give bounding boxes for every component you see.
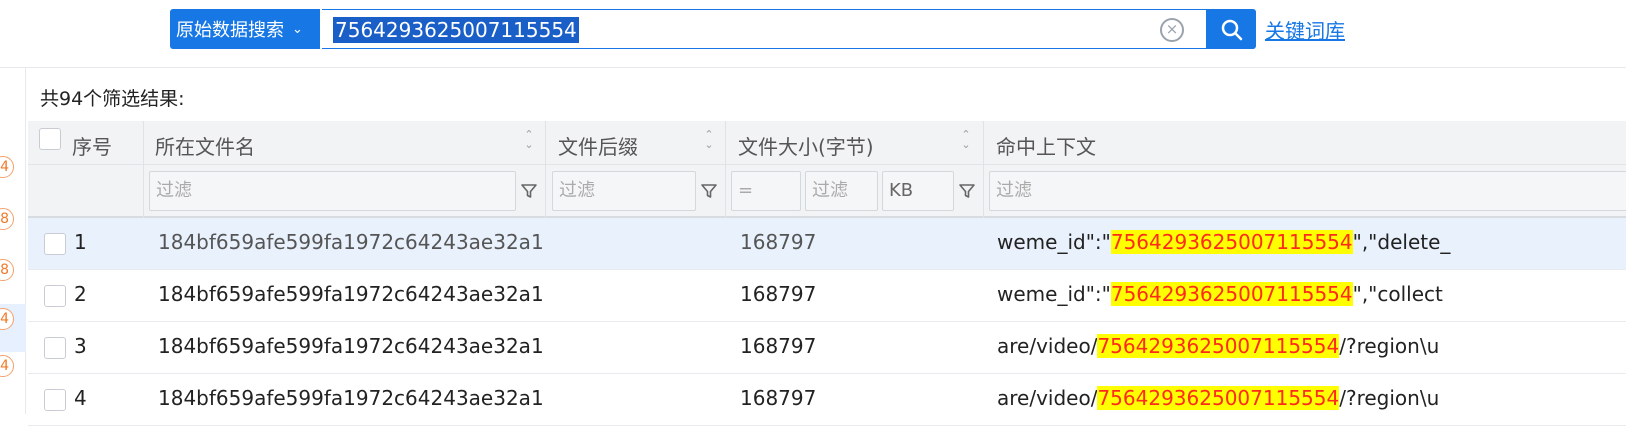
sort-icon[interactable]: ⌃ ⌄	[960, 129, 972, 154]
table-row[interactable]: 4 184bf659afe599fa1972c64243ae32a1 16879…	[28, 374, 1626, 426]
context-prefix: weme_id":"	[997, 230, 1111, 254]
row-checkbox[interactable]	[44, 285, 66, 307]
suffix-filter-input[interactable]: 过滤	[552, 171, 696, 211]
table-row[interactable]: 2 184bf659afe599fa1972c64243ae32a1 16879…	[28, 270, 1626, 322]
context-suffix: ","collect	[1352, 282, 1443, 306]
context-filter-input[interactable]: 过滤	[989, 171, 1626, 211]
header-size[interactable]: 文件大小(字节)	[738, 131, 874, 160]
row-index: 2	[74, 282, 87, 306]
filter-icon[interactable]	[700, 182, 718, 200]
search-input[interactable]	[322, 10, 1206, 48]
row-size: 168797	[740, 282, 817, 306]
column-divider	[143, 121, 144, 218]
column-divider	[725, 121, 726, 218]
sidebar-badge[interactable]: 4	[0, 355, 14, 377]
row-checkbox[interactable]	[44, 233, 66, 255]
row-context: weme_id":"7564293625007115554","delete_	[997, 230, 1450, 254]
row-size: 168797	[740, 386, 817, 410]
search-type-dropdown[interactable]: 原始数据搜索 ⌄	[170, 9, 320, 49]
column-divider	[983, 121, 984, 218]
left-sidebar-strip: 4 8 8 4 4	[0, 68, 26, 414]
sidebar-badge[interactable]: 8	[0, 208, 14, 230]
context-hit-highlight: 7564293625007115554	[1097, 386, 1340, 410]
search-icon	[1221, 19, 1243, 41]
context-suffix: /?region\u	[1339, 386, 1440, 410]
table-row[interactable]: 3 184bf659afe599fa1972c64243ae32a1 16879…	[28, 322, 1626, 374]
results-table: 序号 所在文件名 ⌃ ⌄ 文件后缀 ⌃ ⌄ 文件大小(字节) ⌃ ⌄ 命中上下文 过滤…	[28, 121, 1626, 426]
filter-icon[interactable]	[520, 182, 538, 200]
context-hit-highlight: 7564293625007115554	[1110, 282, 1353, 306]
size-unit-select[interactable]: KB	[882, 171, 954, 211]
row-filename: 184bf659afe599fa1972c64243ae32a1	[158, 386, 544, 410]
row-index: 3	[74, 334, 87, 358]
row-size: 168797	[740, 230, 817, 254]
header-context[interactable]: 命中上下文	[996, 131, 1096, 160]
header-suffix[interactable]: 文件后缀	[558, 131, 638, 160]
table-filter-row: 过滤 过滤 = 过滤 KB 过滤	[28, 165, 1626, 218]
search-type-label: 原始数据搜索	[176, 20, 284, 41]
row-context: weme_id":"7564293625007115554","collect	[997, 282, 1443, 306]
header-filename[interactable]: 所在文件名	[155, 131, 255, 160]
header-index: 序号	[72, 135, 112, 159]
context-suffix: ","delete_	[1352, 230, 1451, 254]
size-filter-input[interactable]: 过滤	[805, 171, 878, 211]
context-hit-highlight: 7564293625007115554	[1110, 230, 1353, 254]
sidebar-badge[interactable]: 8	[0, 259, 14, 281]
row-filename: 184bf659afe599fa1972c64243ae32a1	[158, 230, 544, 254]
size-operator-select[interactable]: =	[731, 171, 801, 211]
sort-icon[interactable]: ⌃ ⌄	[703, 129, 715, 154]
clear-icon[interactable]: ×	[1160, 18, 1184, 42]
context-suffix: /?region\u	[1339, 334, 1440, 358]
table-header-row: 序号 所在文件名 ⌃ ⌄ 文件后缀 ⌃ ⌄ 文件大小(字节) ⌃ ⌄ 命中上下文	[28, 121, 1626, 165]
row-context: are/video/7564293625007115554/?region\u	[997, 334, 1439, 358]
chevron-down-icon: ⌄	[292, 21, 303, 37]
sort-icon[interactable]: ⌃ ⌄	[523, 129, 535, 154]
sidebar-badge[interactable]: 4	[0, 156, 14, 178]
result-count: 共94个筛选结果:	[40, 88, 185, 110]
row-filename: 184bf659afe599fa1972c64243ae32a1	[158, 282, 544, 306]
search-input-wrapper[interactable]: 7564293625007115554 ×	[322, 9, 1207, 49]
row-size: 168797	[740, 334, 817, 358]
filename-filter-input[interactable]: 过滤	[149, 171, 516, 211]
context-hit-highlight: 7564293625007115554	[1097, 334, 1340, 358]
context-prefix: weme_id":"	[997, 282, 1111, 306]
row-index: 4	[74, 386, 87, 410]
row-checkbox[interactable]	[44, 389, 66, 411]
row-index: 1	[74, 230, 87, 254]
row-filename: 184bf659afe599fa1972c64243ae32a1	[158, 334, 544, 358]
select-all-checkbox[interactable]	[39, 128, 61, 150]
row-checkbox[interactable]	[44, 337, 66, 359]
context-prefix: are/video/	[997, 386, 1098, 410]
search-button[interactable]	[1207, 9, 1256, 49]
column-divider	[545, 121, 546, 218]
context-prefix: are/video/	[997, 334, 1098, 358]
filter-icon[interactable]	[958, 182, 976, 200]
table-row[interactable]: 1 184bf659afe599fa1972c64243ae32a1 16879…	[28, 218, 1626, 270]
search-bar: 原始数据搜索 ⌄ 7564293625007115554 × 关键词库	[0, 0, 1626, 68]
row-context: are/video/7564293625007115554/?region\u	[997, 386, 1439, 410]
keyword-library-link[interactable]: 关键词库	[1265, 15, 1345, 44]
